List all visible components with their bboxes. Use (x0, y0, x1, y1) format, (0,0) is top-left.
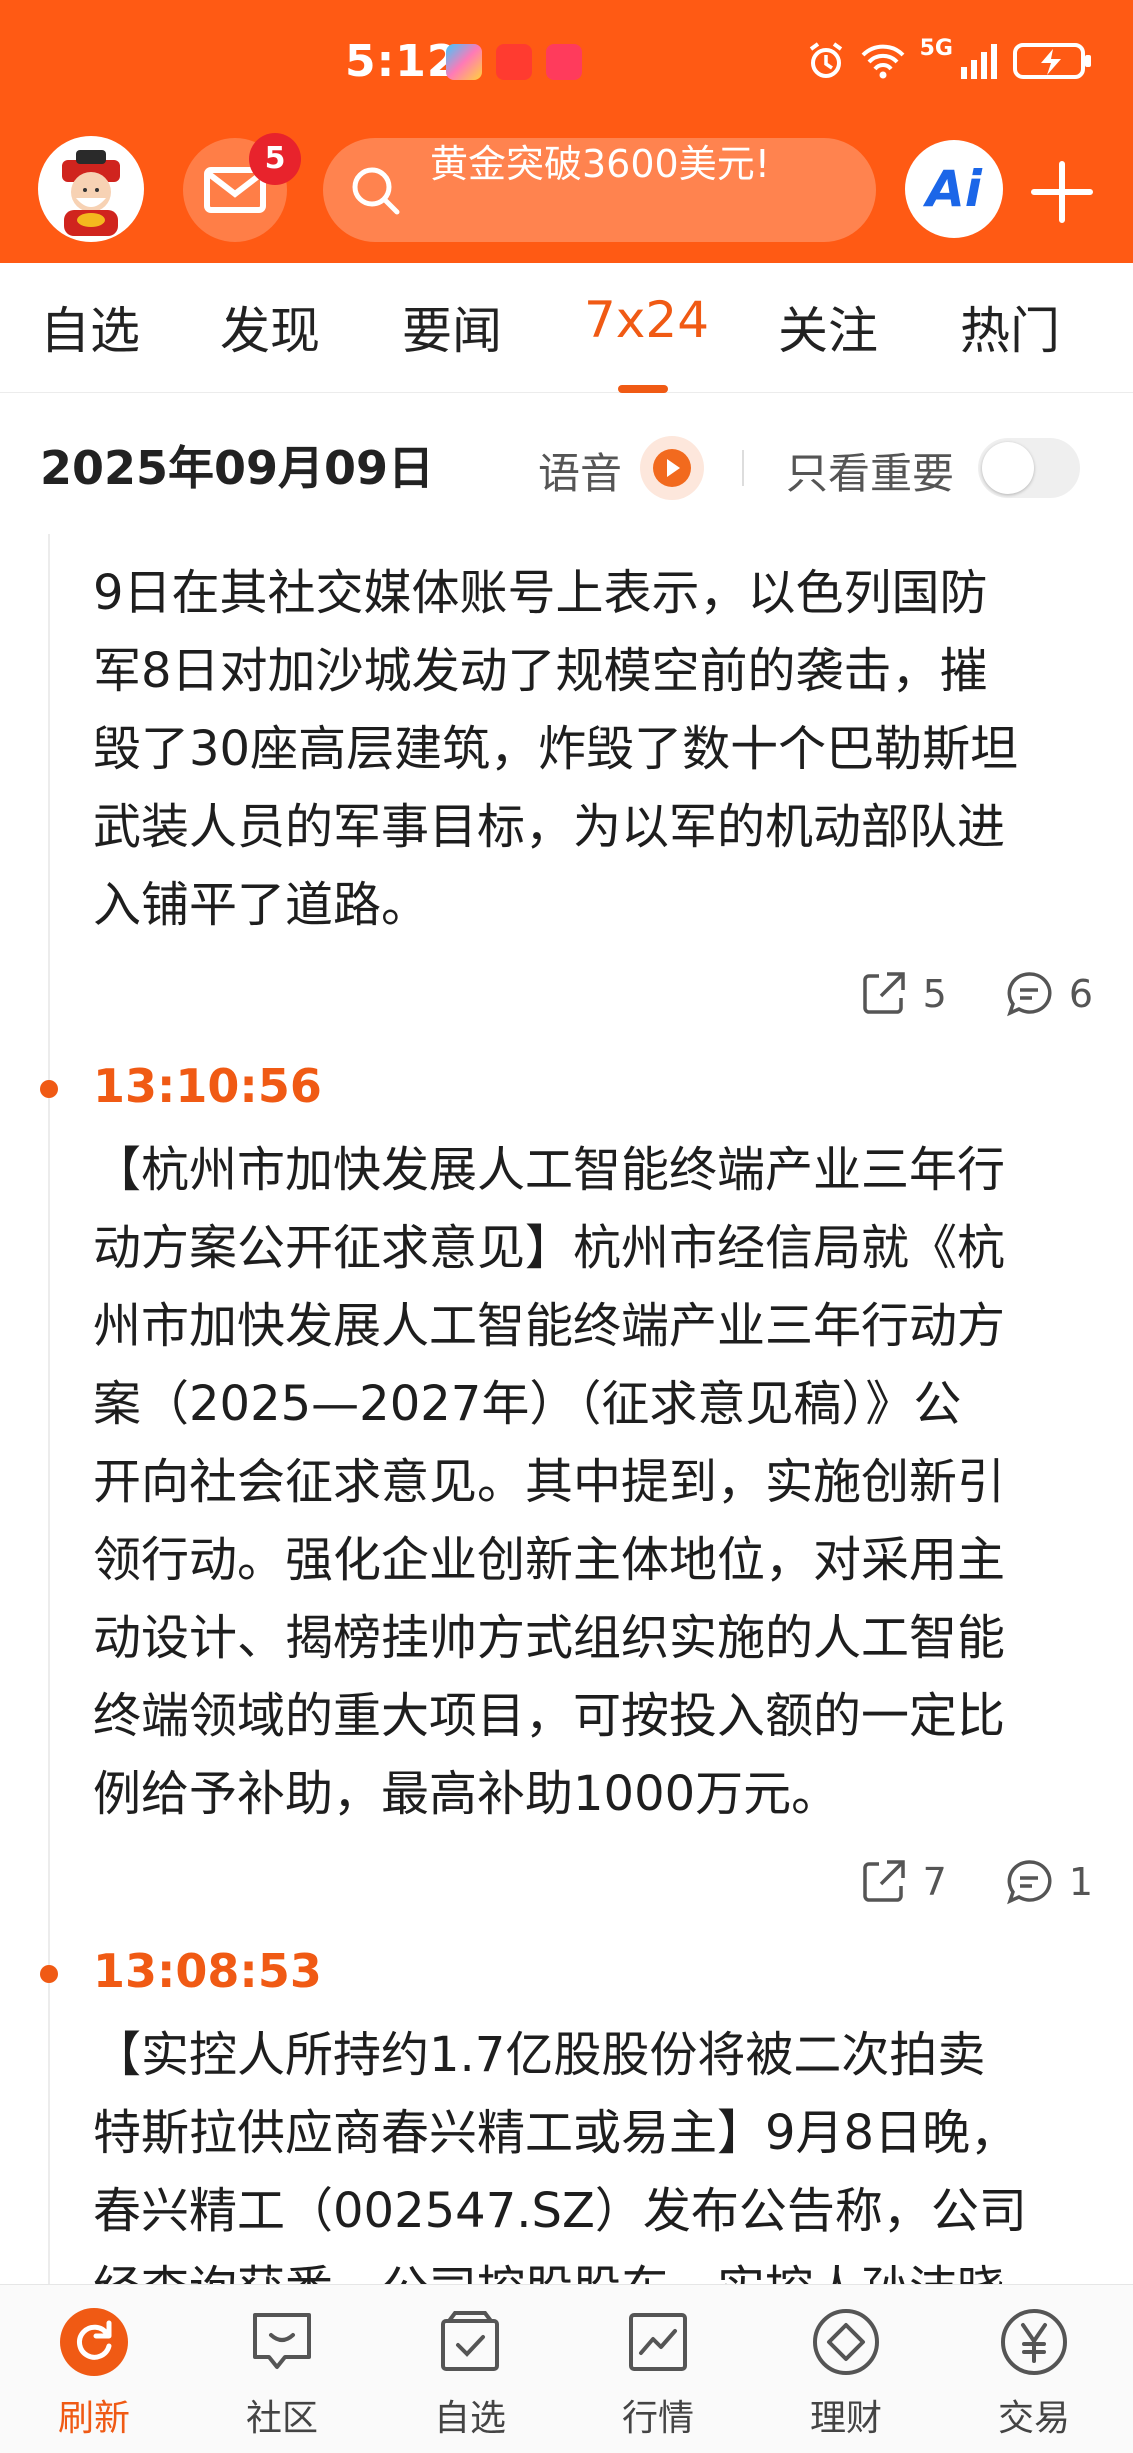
important-only-toggle[interactable] (978, 438, 1080, 498)
channel-tabs: 自选 发现 要闻 7x24 关注 热门 (0, 263, 1133, 393)
share-icon (862, 1860, 905, 1902)
nav-label: 刷新 (57, 2398, 130, 2439)
nav-watchlist[interactable]: 自选 (376, 2285, 564, 2453)
comment-count: 6 (1068, 972, 1093, 1016)
network-type: 5G (919, 36, 953, 61)
search-bar[interactable]: 黄金突破3600美元! (323, 138, 876, 242)
news-line: 经查询获悉，公司控股股东、实控人孙洁晓 (93, 2250, 1093, 2284)
play-icon (653, 449, 691, 487)
voice-label[interactable]: 语音 (538, 440, 622, 501)
news-actions: 7 1 (801, 1852, 1093, 1912)
news-line: 军8日对加沙城发动了规模空前的袭击，摧 (93, 643, 988, 699)
news-line: 入铺平了道路。 (93, 877, 430, 933)
news-line: 动方案公开征求意见】杭州市经信局就《杭 (93, 1220, 1006, 1276)
search-hot-term: 黄金突破3600美元! (430, 142, 770, 186)
news-actions: 5 6 (801, 964, 1093, 1024)
battery-icon (1013, 43, 1091, 79)
nav-label: 社区 (245, 2398, 318, 2439)
share-button[interactable]: 7 (857, 1856, 947, 1908)
add-icon[interactable] (1030, 160, 1094, 224)
feed-date: 2025年09月09日 (40, 441, 435, 495)
avatar-god-of-wealth-icon (62, 150, 120, 236)
messages-badge: 5 (249, 133, 301, 185)
news-line: 毁了30座高层建筑，炸毁了数十个巴勒斯坦 (93, 721, 1019, 777)
nav-refresh[interactable]: 刷新 (0, 2285, 188, 2453)
timeline-dot (40, 1965, 58, 1983)
news-body[interactable]: 9日在其社交媒体账号上表示，以色列国防 军8日对加沙城发动了规模空前的袭击，摧 … (93, 554, 1093, 944)
news-line: 州市加快发展人工智能终端产业三年行动方 (93, 1298, 1006, 1354)
yen-icon (1001, 2309, 1067, 2375)
news-line: 9日在其社交媒体账号上表示，以色列国防 (93, 565, 988, 621)
news-line: 【杭州市加快发展人工智能终端产业三年行 (93, 1142, 1006, 1198)
news-line: 例给予补助，最高补助1000万元。 (93, 1766, 840, 1822)
nav-community[interactable]: 社区 (188, 2285, 376, 2453)
news-line: 动设计、揭榜挂帅方式组织实施的人工智能 (93, 1610, 1006, 1666)
news-line: 【实控人所持约1.7亿股股份将被二次拍卖 (93, 2027, 986, 2083)
user-avatar[interactable] (38, 136, 144, 242)
tab-trending[interactable]: 热门 (960, 291, 1060, 363)
comment-button[interactable]: 6 (1003, 968, 1093, 1020)
app-notification-icon (496, 44, 532, 80)
news-line: 特斯拉供应商春兴精工或易主】9月8日晚， (93, 2105, 1019, 2161)
header: 5:12 5G 5 黄金突破3600美元! Ai (0, 0, 1133, 263)
news-line: 终端领域的重大项目，可按投入额的一定比 (93, 1688, 1006, 1744)
app-notification-icon (446, 44, 482, 80)
news-line: 案（2025—2027年）（征求意见稿）》公 (93, 1376, 962, 1432)
status-bar: 5:12 5G (0, 0, 1133, 125)
news-time: 13:08:53 (93, 1944, 322, 1998)
news-feed[interactable]: 9日在其社交媒体账号上表示，以色列国防 军8日对加沙城发动了规模空前的袭击，摧 … (0, 534, 1133, 2284)
comment-icon (1006, 1860, 1052, 1905)
nav-trade[interactable]: 交易 (940, 2285, 1128, 2453)
news-time: 13:10:56 (93, 1059, 322, 1113)
comment-icon (1006, 972, 1052, 1017)
timeline-dot (40, 1080, 58, 1098)
nav-wealth[interactable]: 理财 (752, 2285, 940, 2453)
alarm-icon (809, 42, 842, 78)
news-line: 武装人员的军事目标，为以军的机动部队进 (93, 799, 1006, 855)
nav-label: 自选 (433, 2398, 506, 2439)
date-filter-row: 2025年09月09日 语音 只看重要 (0, 394, 1133, 534)
news-body[interactable]: 【实控人所持约1.7亿股股份将被二次拍卖 特斯拉供应商春兴精工或易主】9月8日晚… (93, 2016, 1093, 2284)
news-line: 领行动。强化企业创新主体地位，对采用主 (93, 1532, 1006, 1588)
tab-following[interactable]: 关注 (778, 291, 878, 363)
search-icon (352, 167, 400, 215)
news-line: 春兴精工（002547.SZ）发布公告称，公司 (93, 2183, 1027, 2239)
comment-count: 1 (1068, 1860, 1093, 1904)
checklist-icon (441, 2311, 499, 2371)
nav-label: 交易 (997, 2398, 1070, 2439)
ai-assistant-button[interactable]: Ai (905, 140, 1003, 238)
wifi-icon (861, 44, 905, 79)
app-screen: 5:12 5G 5 黄金突破3600美元! Ai 自选 发现 要闻 7x24 关… (0, 0, 1133, 2453)
news-body[interactable]: 【杭州市加快发展人工智能终端产业三年行 动方案公开征求意见】杭州市经信局就《杭 … (93, 1131, 1093, 1833)
tab-discover[interactable]: 发现 (220, 291, 320, 363)
status-time: 5:12 (345, 36, 459, 87)
nav-label: 行情 (621, 2398, 694, 2439)
important-only-label: 只看重要 (786, 449, 955, 498)
share-icon (862, 972, 905, 1014)
tab-headlines[interactable]: 要闻 (402, 291, 502, 363)
chart-icon (629, 2313, 687, 2371)
active-tab-indicator (618, 385, 668, 393)
diamond-icon (813, 2309, 879, 2375)
tab-watchlist[interactable]: 自选 (40, 291, 140, 363)
divider (742, 450, 744, 486)
toggle-knob (982, 442, 1034, 494)
bottom-navigation: 刷新 社区 自选 行情 理财 交易 (0, 2284, 1133, 2453)
timeline-line (48, 534, 50, 2284)
app-notification-icon (546, 44, 582, 80)
share-button[interactable]: 5 (857, 968, 947, 1020)
signal-icon (961, 44, 997, 79)
share-count: 5 (922, 972, 947, 1016)
news-line: 开向社会征求意见。其中提到，实施创新引 (93, 1454, 1006, 1510)
nav-market[interactable]: 行情 (564, 2285, 752, 2453)
status-icons: 5G (806, 36, 1093, 86)
tab-7x24[interactable]: 7x24 (584, 291, 709, 349)
voice-play-button[interactable] (640, 436, 704, 500)
comment-button[interactable]: 1 (1003, 1856, 1093, 1908)
share-count: 7 (922, 1860, 947, 1904)
nav-label: 理财 (809, 2398, 882, 2439)
ai-label: Ai (926, 160, 982, 218)
refresh-icon (60, 2308, 128, 2376)
chat-bubble-icon (253, 2313, 311, 2369)
